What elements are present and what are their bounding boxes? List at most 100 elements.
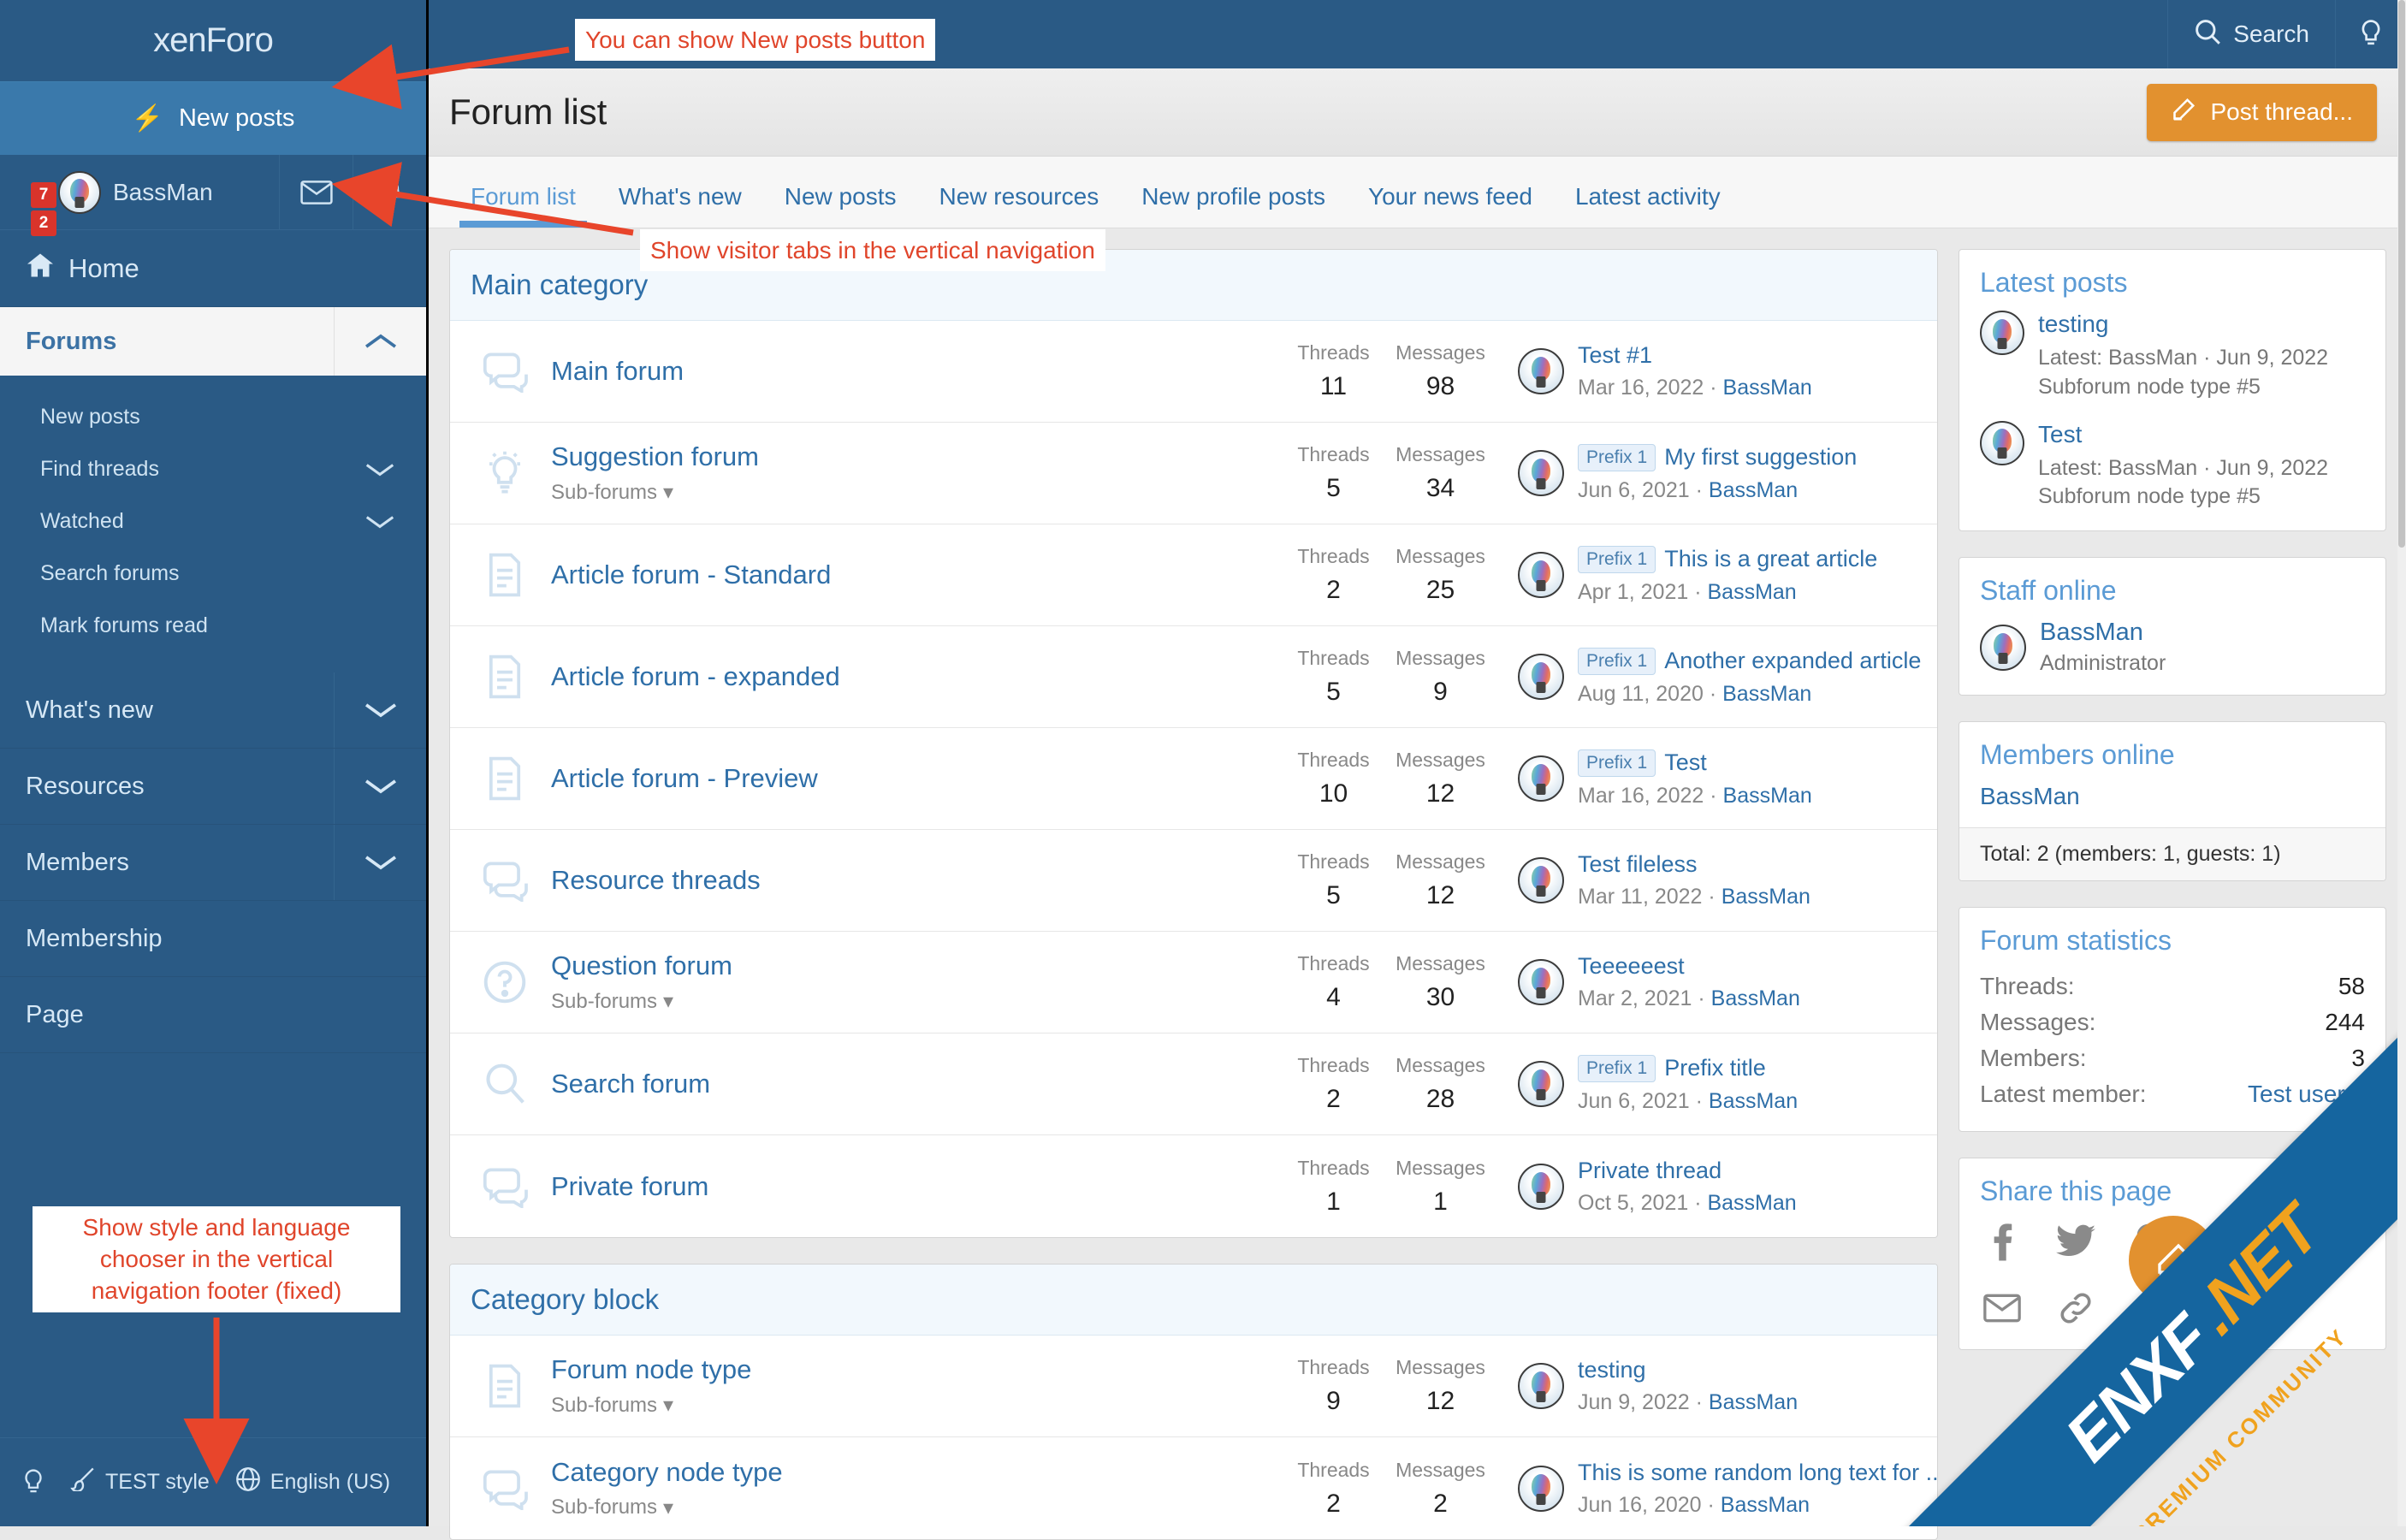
last-post-user[interactable]: BassMan xyxy=(1709,1390,1798,1414)
thread-prefix[interactable]: Prefix 1 xyxy=(1578,545,1656,573)
style-chooser[interactable]: TEST style xyxy=(70,1467,210,1497)
forum-link[interactable]: Category node type xyxy=(551,1457,1280,1488)
sub-forums-toggle[interactable]: Sub-forums ▾ xyxy=(551,989,1280,1014)
widget-title[interactable]: Latest posts xyxy=(1959,250,2385,311)
table-row[interactable]: Article forum - Preview Threads 10 Messag… xyxy=(450,728,1937,830)
last-post-user[interactable]: BassMan xyxy=(1707,1191,1796,1215)
last-post-user[interactable]: BassMan xyxy=(1722,682,1811,706)
lightbulb-icon[interactable] xyxy=(22,1468,44,1496)
forum-link[interactable]: Article forum - expanded xyxy=(551,661,1280,692)
sidebar-item-watched[interactable]: Watched xyxy=(0,495,426,548)
last-post-user[interactable]: BassMan xyxy=(1722,885,1810,909)
last-post-title[interactable]: testing xyxy=(1578,1357,1646,1383)
widget-title[interactable]: Members online xyxy=(1959,722,2385,783)
table-row[interactable]: Search forum Threads 2 Messages 28 Prefix … xyxy=(450,1034,1937,1135)
facebook-icon[interactable] xyxy=(1980,1219,2024,1264)
list-item[interactable]: BassMan Administrator xyxy=(1980,619,2365,676)
sidebar-section-members[interactable]: Members xyxy=(0,825,426,901)
latest-post-title[interactable]: testing xyxy=(2038,311,2328,338)
table-row[interactable]: Private forum Threads 1 Messages 1 Private… xyxy=(450,1135,1937,1237)
widget-title[interactable]: Staff online xyxy=(1959,558,2385,619)
tab-new-posts[interactable]: New posts xyxy=(763,183,918,228)
tab-forum-list[interactable]: Forum list xyxy=(449,183,597,228)
last-post-user[interactable]: BassMan xyxy=(1723,376,1812,400)
twitter-icon[interactable] xyxy=(2053,1219,2098,1264)
last-post-title[interactable]: Test xyxy=(1664,749,1707,776)
category-title[interactable]: Category block xyxy=(450,1265,1937,1336)
envelope-icon[interactable] xyxy=(279,154,353,230)
last-post-user[interactable]: BassMan xyxy=(1709,1089,1798,1113)
forum-link[interactable]: Article forum - Preview xyxy=(551,763,1280,794)
table-row[interactable]: Forum node type Sub-forums ▾ Threads 9 Mes… xyxy=(450,1336,1937,1437)
table-row[interactable]: Resource threads Threads 5 Messages 12 Tes… xyxy=(450,830,1937,932)
visitor-menu-trigger[interactable]: 7 2 BassMan xyxy=(0,170,279,236)
tab-latest-activity[interactable]: Latest activity xyxy=(1554,183,1742,228)
table-row[interactable]: Question forum Sub-forums ▾ Threads 4 Mess… xyxy=(450,932,1937,1034)
last-post-title[interactable]: Prefix title xyxy=(1664,1055,1766,1081)
sidebar-section-resources[interactable]: Resources xyxy=(0,749,426,825)
chevron-up-icon[interactable] xyxy=(334,307,426,376)
forum-link[interactable]: Search forum xyxy=(551,1069,1280,1099)
last-post-title[interactable]: Test #1 xyxy=(1578,342,1652,369)
sub-forums-toggle[interactable]: Sub-forums ▾ xyxy=(551,1393,1280,1418)
sidebar-section-whats-new[interactable]: What's new xyxy=(0,672,426,749)
tab-whats-new[interactable]: What's new xyxy=(597,183,763,228)
thread-prefix[interactable]: Prefix 1 xyxy=(1578,749,1656,777)
forum-link[interactable]: Question forum xyxy=(551,951,1280,981)
chevron-down-icon[interactable] xyxy=(334,443,426,495)
chevron-down-icon[interactable] xyxy=(334,495,426,548)
chevron-down-icon[interactable] xyxy=(334,825,426,900)
sidebar-item-new-posts[interactable]: New posts xyxy=(0,391,426,443)
last-post-title[interactable]: This is some random long text for ... xyxy=(1578,1460,1937,1486)
table-row[interactable]: Category node type Sub-forums ▾ Threads 2 … xyxy=(450,1437,1937,1539)
table-row[interactable]: Suggestion forum Sub-forums ▾ Threads 5 Me… xyxy=(450,423,1937,524)
staff-name[interactable]: BassMan xyxy=(2040,619,2166,647)
table-row[interactable]: Main forum Threads 11 Messages 98 Test #1 … xyxy=(450,321,1937,423)
tab-new-resources[interactable]: New resources xyxy=(917,183,1120,228)
page-scrollbar[interactable] xyxy=(2397,0,2406,1526)
sidebar-item-find-threads[interactable]: Find threads xyxy=(0,443,426,495)
sidebar-section-membership[interactable]: Membership xyxy=(0,901,426,977)
post-thread-button[interactable]: Post thread... xyxy=(2147,83,2377,141)
last-post-user[interactable]: BassMan xyxy=(1707,580,1796,604)
last-post-user[interactable]: BassMan xyxy=(1723,784,1812,808)
member-online-name[interactable]: BassMan xyxy=(1959,783,2385,827)
last-post-user[interactable]: BassMan xyxy=(1709,478,1798,502)
forum-link[interactable]: Private forum xyxy=(551,1171,1280,1202)
latest-member-link[interactable]: Test user 2 xyxy=(2248,1081,2365,1107)
lightbulb-icon[interactable] xyxy=(2335,0,2406,68)
link-icon[interactable] xyxy=(2053,1286,2098,1330)
last-post-user[interactable]: BassMan xyxy=(1711,986,1800,1010)
sidebar-item-mark-forums-read[interactable]: Mark forums read xyxy=(0,600,426,652)
sidebar-item-home[interactable]: Home xyxy=(0,230,426,307)
list-item[interactable]: testing Latest: BassMan · Jun 9, 2022 Su… xyxy=(1980,311,2365,402)
table-row[interactable]: Article forum - Standard Threads 2 Messag… xyxy=(450,524,1937,626)
last-post-title[interactable]: Another expanded article xyxy=(1664,648,1921,674)
chevron-down-icon[interactable] xyxy=(334,672,426,748)
sidebar-section-page[interactable]: Page xyxy=(0,977,426,1053)
compose-icon[interactable] xyxy=(2129,1216,2218,1305)
last-post-user[interactable]: BassMan xyxy=(1721,1493,1810,1517)
last-post-title[interactable]: My first suggestion xyxy=(1664,444,1857,471)
sidebar-item-search-forums[interactable]: Search forums xyxy=(0,548,426,600)
forum-link[interactable]: Forum node type xyxy=(551,1354,1280,1385)
scrollbar-thumb[interactable] xyxy=(2398,0,2405,548)
search-button[interactable]: Search xyxy=(2167,0,2335,68)
language-chooser[interactable]: English (US) xyxy=(235,1466,390,1498)
forum-link[interactable]: Resource threads xyxy=(551,865,1280,896)
last-post-title[interactable]: This is a great article xyxy=(1664,546,1877,572)
thread-prefix[interactable]: Prefix 1 xyxy=(1578,443,1656,471)
list-item[interactable]: Test Latest: BassMan · Jun 9, 2022 Subfo… xyxy=(1980,420,2365,512)
forum-link[interactable]: Suggestion forum xyxy=(551,441,1280,472)
table-row[interactable]: Article forum - expanded Threads 5 Messag… xyxy=(450,626,1937,728)
sub-forums-toggle[interactable]: Sub-forums ▾ xyxy=(551,480,1280,505)
thread-prefix[interactable]: Prefix 1 xyxy=(1578,1054,1656,1082)
last-post-title[interactable]: Private thread xyxy=(1578,1158,1722,1184)
sidebar-new-posts-button[interactable]: ⚡ New posts xyxy=(0,81,426,155)
forum-link[interactable]: Article forum - Standard xyxy=(551,560,1280,590)
bell-icon[interactable] xyxy=(353,154,426,230)
sub-forums-toggle[interactable]: Sub-forums ▾ xyxy=(551,1496,1280,1520)
thread-prefix[interactable]: Prefix 1 xyxy=(1578,647,1656,675)
forum-link[interactable]: Main forum xyxy=(551,356,1280,387)
widget-title[interactable]: Forum statistics xyxy=(1959,908,2385,968)
